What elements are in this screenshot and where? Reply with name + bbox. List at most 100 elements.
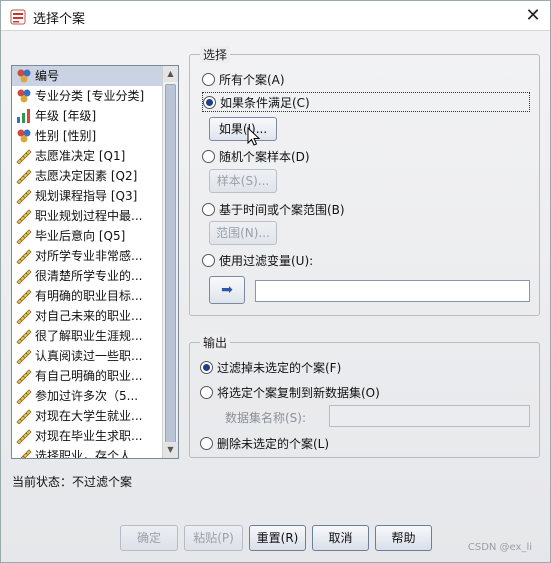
radio-random-sample-label: 随机个案样本(D) (219, 149, 310, 164)
variable-list-item[interactable]: 对现在大学生就业... (12, 406, 162, 426)
variable-label: 规划课程指导 [Q3] (35, 189, 138, 203)
select-group-title: 选择 (200, 46, 231, 63)
radio-time-range[interactable]: 基于时间或个案范围(B) (202, 200, 345, 218)
radio-delete-unselected[interactable]: 删除未选定的个案(L) (200, 434, 329, 452)
radio-copy-dataset-indicator[interactable] (200, 385, 213, 399)
variable-list-item[interactable]: 志愿决定因素 [Q2] (12, 166, 162, 186)
radio-filter-variable-label: 使用过滤变量(U): (219, 253, 314, 268)
radio-copy-dataset[interactable]: 将选定个案复制到新数据集(O) (200, 383, 380, 401)
variable-items: 编号专业分类 [专业分类] 年级 [年级] 性别 [性别] 志愿准决定 [Q1] 志愿决… (12, 66, 162, 459)
variable-list-item[interactable]: 性别 [性别] (12, 126, 162, 146)
variable-list-item[interactable]: 志愿准决定 [Q1] (12, 146, 162, 166)
app-icon (10, 9, 26, 25)
scale-icon (15, 408, 33, 425)
radio-filter-out-label: 过滤掉未选定的个案(F) (217, 360, 342, 375)
watermark: CSDN @ex_li (467, 542, 532, 553)
variable-list-item[interactable]: 编号 (12, 66, 162, 86)
variable-list-scrollbar[interactable]: ▲ ▼ (162, 66, 178, 458)
radio-delete-unselected-label: 删除未选定的个案(L) (217, 436, 330, 451)
paste-button[interactable]: 粘贴(P) (184, 525, 243, 551)
cancel-button[interactable]: 取消 (312, 525, 369, 551)
reset-button[interactable]: 重置(R) (249, 525, 306, 551)
scale-icon (15, 328, 33, 345)
select-cases-dialog: 选择个案 ✕ 编号专业分类 [专业分类] 年级 [年级] 性别 [性别] 志愿准决定 … (0, 0, 551, 563)
variable-label: 很清楚所学专业的... (35, 269, 143, 283)
filter-variable-field[interactable] (255, 280, 530, 302)
move-arrow-icon[interactable]: ➡ (209, 276, 245, 304)
radio-all-cases[interactable]: 所有个案(A) (202, 70, 285, 88)
scale-icon (15, 268, 33, 285)
scale-icon (15, 428, 33, 445)
variable-label: 职业规划过程中最... (35, 209, 143, 223)
variable-label: 志愿决定因素 [Q2] (35, 169, 138, 183)
variable-list-item[interactable]: 很清楚所学专业的... (12, 266, 162, 286)
variable-label: 选择职业，存个人... (35, 449, 143, 459)
radio-time-range-label: 基于时间或个案范围(B) (219, 202, 345, 217)
variable-label: 毕业后意向 [Q5] (35, 229, 126, 243)
radio-all-cases-indicator[interactable] (202, 72, 215, 86)
variable-list-item[interactable]: 很了解职业生涯规... (12, 326, 162, 346)
variable-list-item[interactable]: 专业分类 [专业分类] (12, 86, 162, 106)
variable-label: 对现在大学生就业... (35, 409, 143, 423)
scale-icon (15, 388, 33, 405)
dataset-name-label: 数据集名称(S): (225, 411, 307, 425)
radio-random-sample-indicator[interactable] (202, 149, 215, 163)
select-group: 选择 所有个案(A) 如果条件满足(C) 如果(I)... 随机个案样本(D) … (189, 46, 540, 316)
title-bar: 选择个案 ✕ (1, 1, 550, 31)
range-button[interactable]: 范围(N)... (209, 221, 277, 245)
radio-filter-variable[interactable]: 使用过滤变量(U): (202, 251, 313, 269)
variable-label: 对所学专业非常感... (35, 249, 143, 263)
scroll-thumb[interactable] (165, 84, 176, 444)
ok-button[interactable]: 确定 (120, 525, 178, 551)
radio-copy-dataset-label: 将选定个案复制到新数据集(O) (217, 385, 380, 400)
variable-label: 编号 (35, 69, 60, 83)
scale-icon (15, 248, 33, 265)
nominal-icon (15, 88, 33, 104)
variable-list-item[interactable]: 有明确的职业目标... (12, 286, 162, 306)
variable-list-item[interactable]: 认真阅读过一些职... (12, 346, 162, 366)
radio-delete-unselected-indicator[interactable] (200, 436, 213, 450)
variable-label: 性别 [性别] (35, 129, 97, 143)
variable-label: 志愿准决定 [Q1] (35, 149, 126, 163)
radio-if-condition[interactable]: 如果条件满足(C) (202, 92, 530, 112)
variable-label: 很了解职业生涯规... (35, 329, 143, 343)
variable-list-item[interactable]: 规划课程指导 [Q3] (12, 186, 162, 206)
radio-filter-out[interactable]: 过滤掉未选定的个案(F) (200, 358, 341, 376)
variable-list-item[interactable]: 有自己明确的职业... (12, 366, 162, 386)
variable-list-item[interactable]: 毕业后意向 [Q5] (12, 226, 162, 246)
radio-time-range-indicator[interactable] (202, 202, 215, 216)
variable-label: 参加过许多次（5... (35, 389, 139, 403)
variable-list-item[interactable]: 职业规划过程中最... (12, 206, 162, 226)
variable-label: 有自己明确的职业... (35, 369, 143, 383)
radio-if-condition-indicator[interactable] (203, 95, 216, 109)
radio-random-sample[interactable]: 随机个案样本(D) (202, 147, 310, 165)
radio-filter-variable-indicator[interactable] (202, 253, 215, 267)
scroll-up-icon[interactable]: ▲ (163, 66, 178, 82)
scale-icon (15, 448, 33, 458)
nominal-icon (15, 128, 33, 144)
scale-icon (15, 168, 33, 185)
if-button[interactable]: 如果(I)... (209, 117, 277, 141)
window-title: 选择个案 (33, 12, 86, 27)
ordinal-icon (15, 108, 33, 124)
mouse-pointer-icon (247, 126, 261, 146)
variable-list-item[interactable]: 对自己未来的职业... (12, 306, 162, 326)
variable-label: 认真阅读过一些职... (35, 349, 143, 363)
dataset-name-field[interactable] (329, 405, 530, 427)
scale-icon (15, 368, 33, 385)
sample-button[interactable]: 样本(S)... (209, 169, 277, 193)
variable-label: 有明确的职业目标... (35, 289, 143, 303)
close-icon[interactable]: ✕ (516, 1, 550, 31)
variable-list[interactable]: 编号专业分类 [专业分类] 年级 [年级] 性别 [性别] 志愿准决定 [Q1] 志愿决… (11, 65, 179, 459)
radio-filter-out-indicator[interactable] (200, 360, 213, 374)
variable-list-item[interactable]: 选择职业，存个人... (12, 446, 162, 459)
variable-list-item[interactable]: 参加过许多次（5... (12, 386, 162, 406)
scroll-down-icon[interactable]: ▼ (163, 442, 178, 458)
output-group-title: 输出 (200, 334, 231, 351)
scale-icon (15, 228, 33, 245)
variable-list-item[interactable]: 对现在毕业生求职... (12, 426, 162, 446)
variable-list-item[interactable]: 对所学专业非常感... (12, 246, 162, 266)
help-button[interactable]: 帮助 (375, 525, 432, 551)
variable-list-item[interactable]: 年级 [年级] (12, 106, 162, 126)
variable-label: 年级 [年级] (35, 109, 97, 123)
